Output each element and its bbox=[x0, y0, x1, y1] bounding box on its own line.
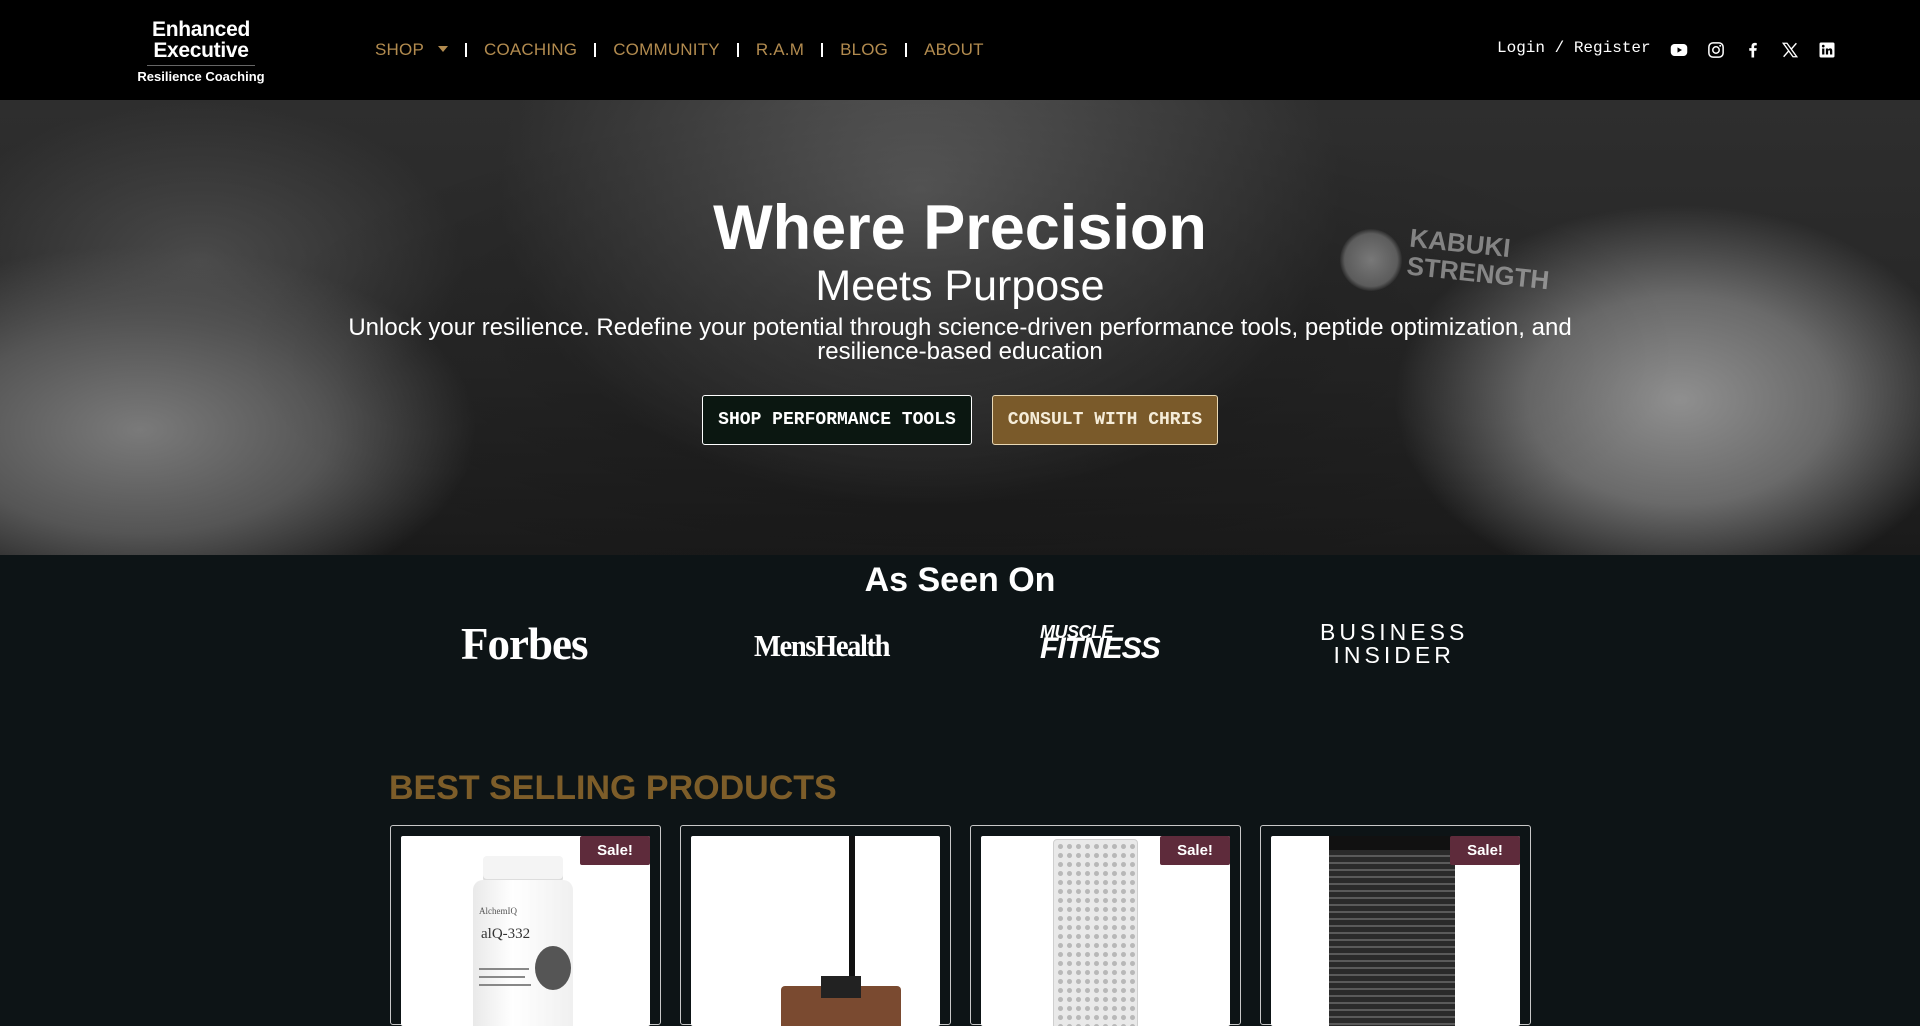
instagram-icon[interactable] bbox=[1706, 40, 1726, 60]
product-image[interactable] bbox=[691, 836, 940, 1026]
login-register-link[interactable]: Login / Register bbox=[1497, 39, 1651, 57]
logo-tagline: Resilience Coaching bbox=[137, 69, 265, 84]
hero-title: Where Precision bbox=[713, 193, 1207, 263]
site-header: Enhanced Executive Resilience Coaching S… bbox=[0, 0, 1920, 100]
product-card[interactable] bbox=[680, 825, 951, 1026]
product-card[interactable]: Sale! bbox=[970, 825, 1241, 1026]
nav-divider bbox=[594, 43, 597, 57]
facebook-icon[interactable] bbox=[1743, 40, 1763, 60]
forbes-logo: Forbes bbox=[461, 619, 588, 669]
shop-performance-tools-button[interactable]: SHOP PERFORMANCE TOOLS bbox=[702, 395, 972, 445]
best-selling-products-title: BEST SELLING PRODUCTS bbox=[389, 769, 837, 807]
hero-description: Unlock your resilience. Redefine your po… bbox=[348, 314, 1572, 365]
nav-coaching[interactable]: COACHING bbox=[484, 40, 577, 60]
logo-line-2: Executive bbox=[153, 39, 249, 62]
nav-blog[interactable]: BLOG bbox=[840, 40, 888, 60]
logo-divider bbox=[147, 65, 255, 66]
nav-about[interactable]: ABOUT bbox=[924, 40, 984, 60]
menshealth-logo: MensHealth bbox=[754, 628, 891, 663]
nav-shop-label: SHOP bbox=[375, 40, 424, 59]
as-seen-on-title: As Seen On bbox=[864, 561, 1056, 599]
nav-divider bbox=[905, 43, 908, 57]
chevron-down-icon[interactable] bbox=[437, 46, 448, 53]
business-insider-logo: BUSINESS INSIDER bbox=[1320, 619, 1469, 668]
product-card[interactable]: Sale! bbox=[1260, 825, 1531, 1026]
consult-with-chris-button[interactable]: CONSULT WITH CHRIS bbox=[992, 395, 1218, 445]
nav-shop[interactable]: SHOP bbox=[375, 40, 448, 60]
site-logo[interactable]: Enhanced Executive Resilience Coaching bbox=[137, 19, 265, 84]
sale-badge: Sale! bbox=[580, 836, 650, 865]
nav-divider bbox=[736, 43, 739, 57]
hero-section: KABUKI STRENGTH Where Precision Meets Pur… bbox=[0, 100, 1920, 555]
sale-badge: Sale! bbox=[1160, 836, 1230, 865]
supplement-bottle-image: AlchemIQ alQ-332 bbox=[469, 856, 577, 1026]
social-links bbox=[1669, 40, 1837, 60]
nav-divider bbox=[821, 43, 824, 57]
main-nav: SHOP COACHING COMMUNITY R.A.M BLOG ABOUT bbox=[375, 38, 984, 62]
product-brand: AlchemIQ bbox=[479, 906, 517, 916]
logo-line-1: Enhanced bbox=[152, 18, 250, 41]
product-card[interactable]: AlchemIQ alQ-332 Sale! bbox=[390, 825, 661, 1026]
muscle-fitness-logo: MUSCLE FITNESS bbox=[1040, 622, 1161, 665]
product-label-name: alQ-332 bbox=[481, 926, 531, 942]
nav-divider bbox=[464, 43, 467, 57]
sale-badge: Sale! bbox=[1450, 836, 1520, 865]
youtube-icon[interactable] bbox=[1669, 40, 1689, 60]
pemf-mat-image bbox=[1329, 836, 1455, 1026]
nav-ram[interactable]: R.A.M bbox=[756, 40, 804, 60]
hero-subtitle: Meets Purpose bbox=[815, 262, 1105, 310]
linkedin-icon[interactable] bbox=[1817, 40, 1837, 60]
nav-community[interactable]: COMMUNITY bbox=[613, 40, 720, 60]
red-light-panel-image bbox=[1053, 839, 1138, 1026]
x-icon[interactable] bbox=[1780, 40, 1800, 60]
